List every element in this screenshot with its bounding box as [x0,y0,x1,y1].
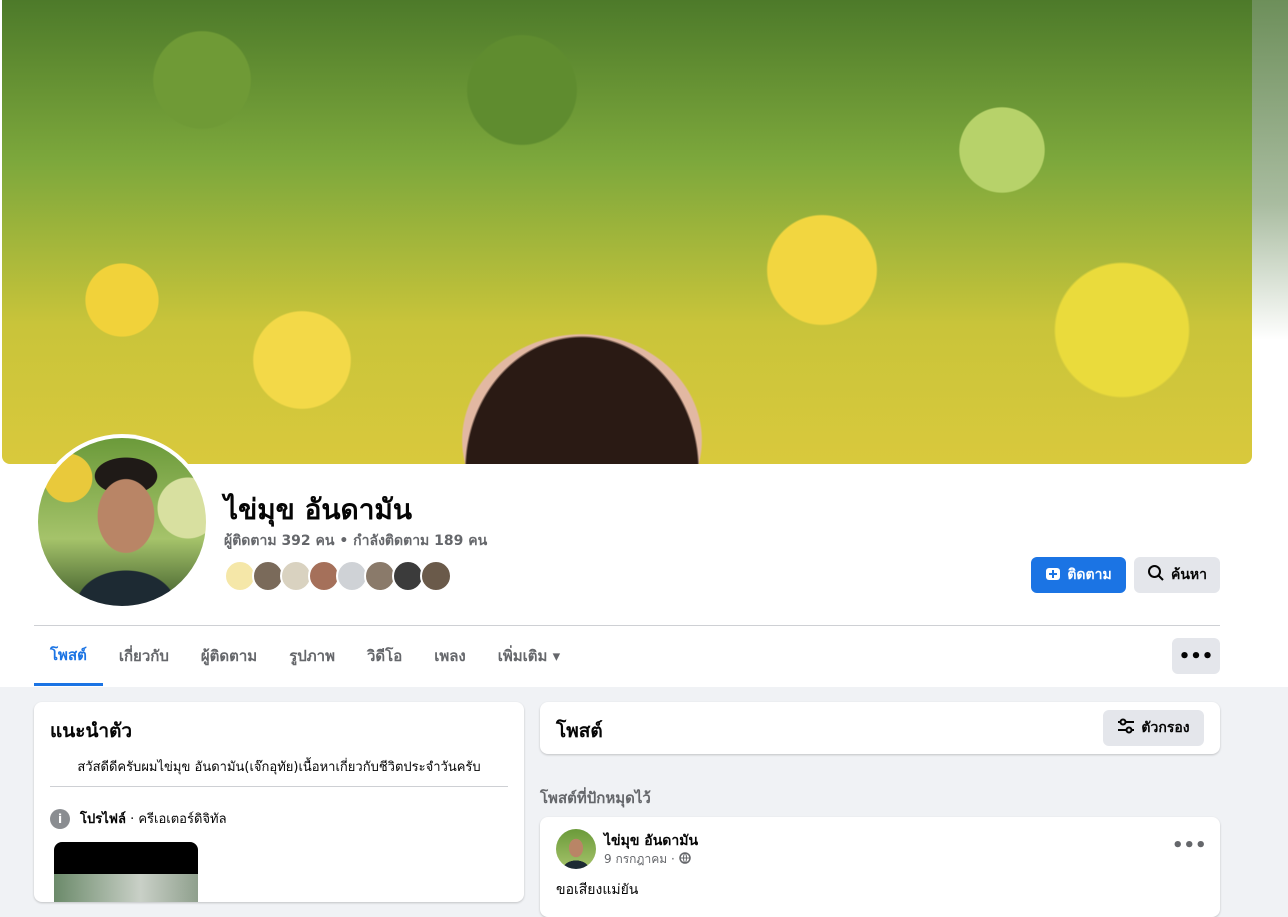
post-text: ขอเสียงแม่ยัน [556,882,639,898]
posts-header-card: โพสต์ ตัวกรอง [540,702,1220,754]
intro-bio: สวัสดีดีครับผมไข่มุข อันดามัน(เจ๊กอุทัย)… [77,760,481,775]
follower-avatars [224,560,452,594]
search-label: ค้นหา [1170,567,1208,583]
search-button[interactable]: ค้นหา [1134,557,1220,593]
post-author-name[interactable]: ไข่มุข อันดามัน [604,830,698,852]
profile-picture-frame[interactable] [34,434,210,610]
filter-label: ตัวกรอง [1141,720,1190,736]
follow-label: ติดตาม [1067,567,1112,583]
more-options-button[interactable]: ••• [1172,638,1220,674]
follower-stats[interactable]: ผู้ติดตาม 392 คน • กำลังติดตาม 189 คน [224,530,487,552]
profile-tabs: โพสต์ เกี่ยวกับ ผู้ติดตาม รูปภาพ วิดีโอ … [34,626,576,686]
follow-plus-icon [1045,565,1061,585]
featured-thumbnail [54,874,198,902]
tab-videos[interactable]: วิดีโอ [351,626,418,686]
tab-about[interactable]: เกี่ยวกับ [103,626,185,686]
profile-type-row: i โปรไฟล์ · ครีเอเตอร์ดิจิทัล [50,808,227,829]
tab-more[interactable]: เพิ่มเติม ▾ [482,626,576,686]
pinned-post: ไข่มุข อันดามัน 9 กรกฎาคม · ••• ขอเสียงแ… [540,817,1220,917]
post-date[interactable]: 9 กรกฎาคม · [604,850,675,869]
cover-photo[interactable] [2,0,1252,464]
intro-title: แนะนำตัว [50,720,133,742]
follower-avatar[interactable] [420,560,452,592]
search-icon [1147,564,1165,586]
posts-title: โพสต์ [556,720,603,742]
tab-posts[interactable]: โพสต์ [34,626,103,686]
filter-button[interactable]: ตัวกรอง [1103,710,1204,746]
post-meta: 9 กรกฎาคม · [604,850,691,869]
profile-name: ไข่มุข อันดามัน [224,493,413,526]
tab-photos[interactable]: รูปภาพ [273,626,351,686]
info-icon: i [50,808,70,829]
post-options-button[interactable]: ••• [1172,835,1207,856]
tab-music[interactable]: เพลง [418,626,482,686]
profile-type-value: · ครีเอเตอร์ดิจิทัล [125,812,227,827]
intro-divider [50,786,508,787]
cover-edge [1252,0,1288,340]
follow-button[interactable]: ติดตาม [1031,557,1126,593]
profile-header: ไข่มุข อันดามัน ผู้ติดตาม 392 คน • กำลัง… [0,0,1288,687]
featured-media[interactable] [54,842,198,902]
post-author-avatar[interactable] [556,829,596,869]
intro-card: แนะนำตัว สวัสดีดีครับผมไข่มุข อันดามัน(เ… [34,702,524,902]
profile-type-label: โปรไฟล์ [80,812,126,827]
pinned-posts-label: โพสต์ที่ปักหมุดไว้ [540,789,651,807]
filter-icon [1117,718,1135,738]
tab-followers[interactable]: ผู้ติดตาม [185,626,273,686]
profile-picture[interactable] [38,438,206,606]
globe-icon [679,852,691,867]
